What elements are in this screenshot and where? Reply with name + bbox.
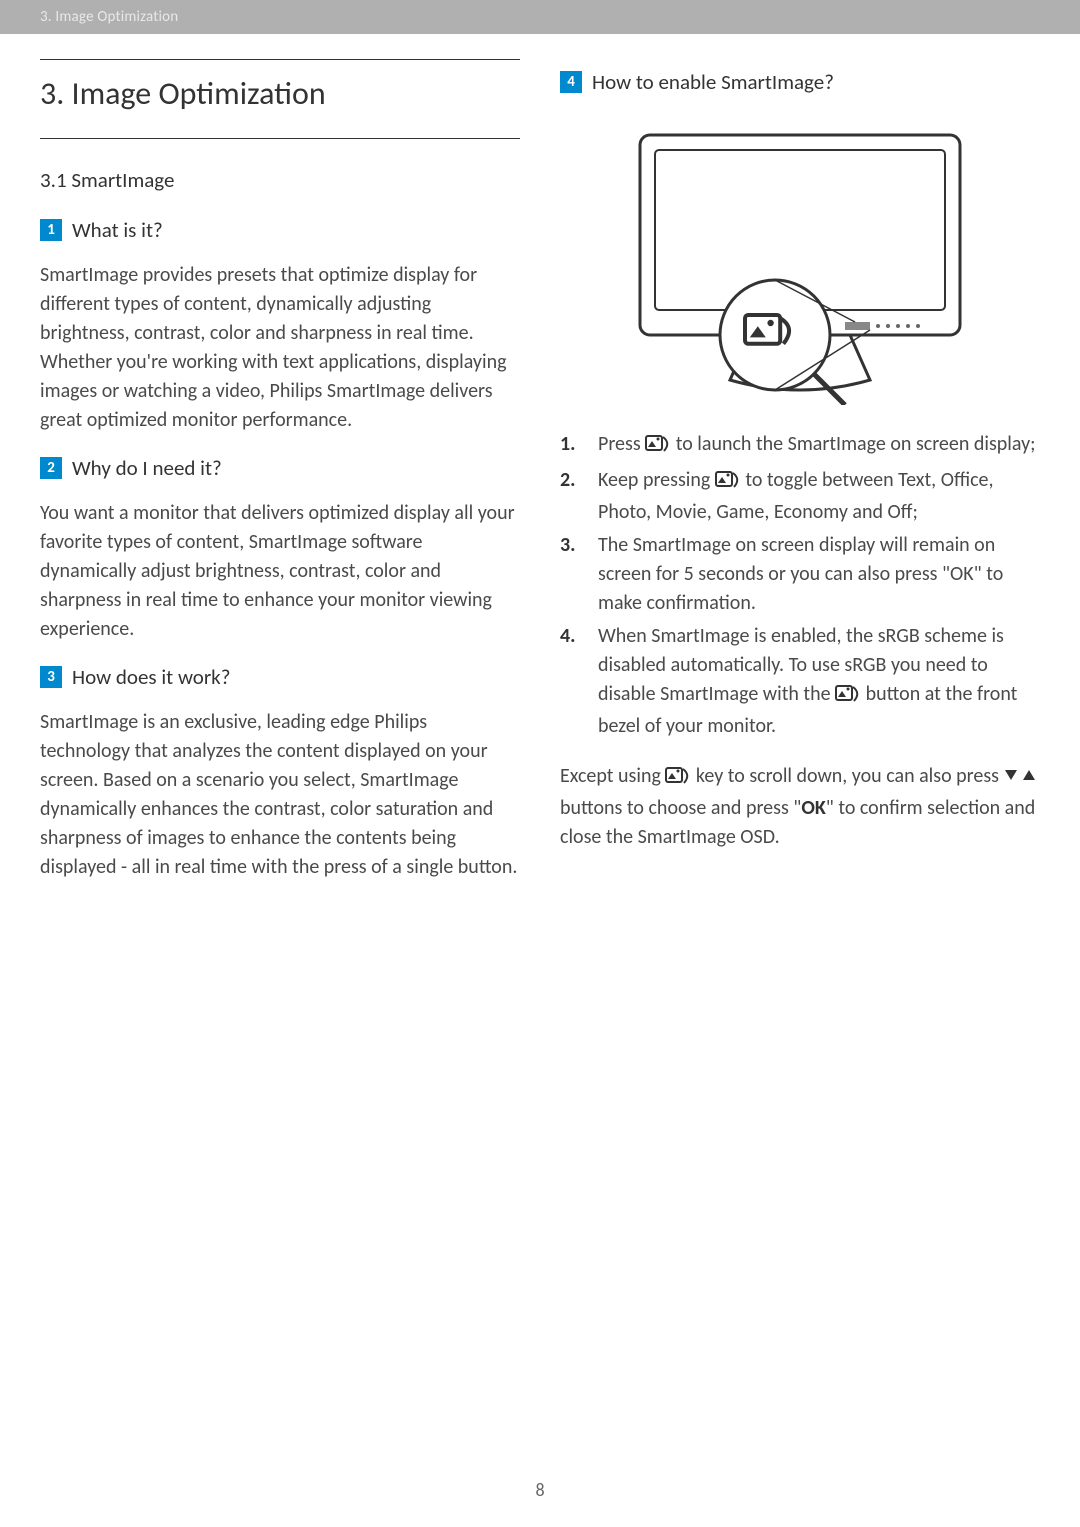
divider	[40, 138, 520, 139]
step-num: 3.	[560, 531, 584, 618]
page-title: 3. Image Optimization	[40, 74, 520, 113]
qnum-badge: 3	[40, 666, 62, 688]
question-4: 4 How to enable SmartImage?	[560, 69, 1040, 95]
paragraph: You want a monitor that delivers optimiz…	[40, 499, 520, 644]
closing-paragraph: Except using key to scroll down, you can…	[560, 761, 1040, 852]
step-item: 1. Press to launch the SmartImage on scr…	[560, 430, 1040, 462]
question-1: 1 What is it?	[40, 217, 520, 243]
question-2: 2 Why do I need it?	[40, 455, 520, 481]
question-text: How to enable SmartImage?	[592, 69, 834, 95]
step-num: 1.	[560, 430, 584, 462]
ok-label: OK	[801, 796, 825, 820]
question-text: Why do I need it?	[72, 455, 222, 481]
paragraph: SmartImage is an exclusive, leading edge…	[40, 708, 520, 882]
step-item: 3. The SmartImage on screen display will…	[560, 531, 1040, 618]
step-num: 4.	[560, 622, 584, 741]
qnum-badge: 1	[40, 219, 62, 241]
qnum-badge: 4	[560, 71, 582, 93]
steps-list: 1. Press to launch the SmartImage on scr…	[560, 430, 1040, 741]
smartimage-icon	[835, 683, 861, 712]
page-number: 8	[0, 1479, 1080, 1501]
divider	[40, 59, 520, 60]
monitor-illustration	[560, 125, 1040, 410]
step-item: 4. When SmartImage is enabled, the sRGB …	[560, 622, 1040, 741]
question-3: 3 How does it work?	[40, 664, 520, 690]
left-column: 3. Image Optimization 3.1 SmartImage 1 W…	[40, 34, 520, 902]
qnum-badge: 2	[40, 457, 62, 479]
down-arrow-icon	[1004, 761, 1018, 790]
smartimage-icon	[665, 765, 691, 794]
question-text: How does it work?	[72, 664, 230, 690]
header-breadcrumb: 3. Image Optimization	[0, 0, 1080, 34]
question-text: What is it?	[72, 217, 163, 243]
smartimage-icon	[715, 469, 741, 498]
smartimage-icon	[645, 433, 671, 462]
step-text: Press to launch the SmartImage on screen…	[598, 430, 1036, 462]
monitor-svg	[620, 125, 980, 405]
breadcrumb-text: 3. Image Optimization	[40, 8, 178, 26]
section-title: 3.1 SmartImage	[40, 167, 520, 193]
right-column: 4 How to enable SmartImage?	[560, 34, 1040, 902]
up-arrow-icon	[1022, 761, 1036, 790]
step-item: 2. Keep pressing to toggle between Text,…	[560, 466, 1040, 527]
step-text: When SmartImage is enabled, the sRGB sch…	[598, 622, 1040, 741]
step-text: Keep pressing to toggle between Text, Of…	[598, 466, 1040, 527]
step-text: The SmartImage on screen display will re…	[598, 531, 1040, 618]
paragraph: SmartImage provides presets that optimiz…	[40, 261, 520, 435]
step-num: 2.	[560, 466, 584, 527]
